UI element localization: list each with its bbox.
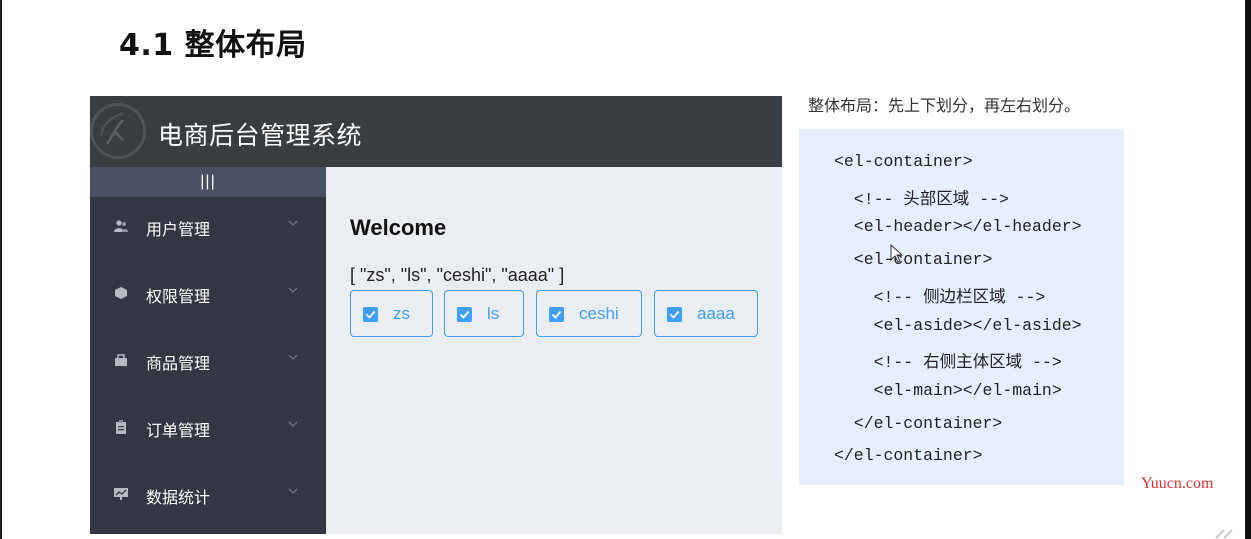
chevron-down-icon [288, 287, 298, 293]
checkbox-aaaa[interactable]: aaaa [654, 290, 758, 337]
chart-icon [114, 488, 128, 500]
code-line: <el-header></el-header> [834, 217, 1082, 236]
mouse-cursor-icon [890, 244, 904, 263]
sidebar-item-label: 数据统计 [146, 488, 211, 507]
checkbox-label: aaaa [697, 304, 735, 323]
sidebar-toggle-button[interactable]: ||| [90, 167, 326, 197]
code-line: <el-main></el-main> [834, 381, 1062, 400]
chevron-down-icon [288, 354, 298, 360]
chevron-down-icon [288, 421, 298, 427]
sidebar: ||| 用户管理 权限管理 商品管理 订单管理 数据统计 [90, 167, 326, 534]
sidebar-item-label: 订单管理 [146, 421, 211, 440]
code-line: <el-aside></el-aside> [834, 316, 1082, 335]
checkbox-ls[interactable]: ls [444, 290, 524, 337]
sidebar-item-label: 用户管理 [146, 220, 211, 239]
sidebar-item-statistics[interactable]: 数据统计 [90, 465, 326, 521]
sidebar-item-label: 商品管理 [146, 354, 211, 373]
sidebar-item-goods[interactable]: 商品管理 [90, 331, 326, 387]
clipboard-icon [116, 420, 126, 434]
app-header: 电商后台管理系统 [90, 96, 782, 167]
code-line: <!-- 头部区域 --> [834, 190, 1009, 209]
code-line: <el-container> [834, 250, 993, 269]
checkmark-icon [667, 307, 682, 322]
corner-close-icon [1215, 529, 1233, 539]
welcome-heading: Welcome [350, 215, 447, 240]
sidebar-item-users[interactable]: 用户管理 [90, 197, 326, 253]
users-icon [114, 220, 128, 232]
chevron-down-icon [288, 220, 298, 226]
code-line: <!-- 侧边栏区域 --> [834, 288, 1046, 307]
main-content: Welcome [ "zs", "ls", "ceshi", "aaaa" ] … [326, 167, 782, 534]
app-title: 电商后台管理系统 [158, 121, 363, 150]
watermark: Yuucn.com [1141, 475, 1214, 492]
sidebar-item-permissions[interactable]: 权限管理 [90, 264, 326, 320]
logo-icon [90, 103, 146, 159]
cube-icon [115, 287, 127, 299]
code-line: <!-- 右侧主体区域 --> [834, 353, 1062, 372]
layout-note: 整体布局：先上下划分，再左右划分。 [808, 96, 1081, 115]
checkmark-icon [549, 307, 564, 322]
frame-edge-left [0, 0, 2, 539]
checkbox-ceshi[interactable]: ceshi [536, 290, 642, 337]
code-line: <el-container> [834, 152, 973, 171]
code-line: </el-container> [834, 446, 983, 465]
frame-edge-right [1245, 0, 1251, 539]
code-line: </el-container> [834, 414, 1003, 433]
sidebar-item-label: 权限管理 [146, 287, 211, 306]
chevron-down-icon [288, 488, 298, 494]
checkbox-zs[interactable]: zs [350, 290, 433, 337]
checkbox-label: ceshi [579, 304, 619, 323]
slide: 4.1 整体布局 电商后台管理系统 ||| 用户管理 权限管理 商品管理 订单管… [0, 0, 1251, 539]
sidebar-item-orders[interactable]: 订单管理 [90, 398, 326, 454]
admin-app-preview: 电商后台管理系统 ||| 用户管理 权限管理 商品管理 订单管理 数据统计 We… [90, 96, 782, 534]
checkbox-label: zs [393, 304, 410, 323]
checkmark-icon [363, 307, 378, 322]
checkmark-icon [457, 307, 472, 322]
list-output: [ "zs", "ls", "ceshi", "aaaa" ] [350, 265, 565, 285]
bag-icon [115, 354, 127, 366]
checkbox-label: ls [487, 304, 500, 323]
slide-title: 4.1 整体布局 [119, 28, 307, 63]
